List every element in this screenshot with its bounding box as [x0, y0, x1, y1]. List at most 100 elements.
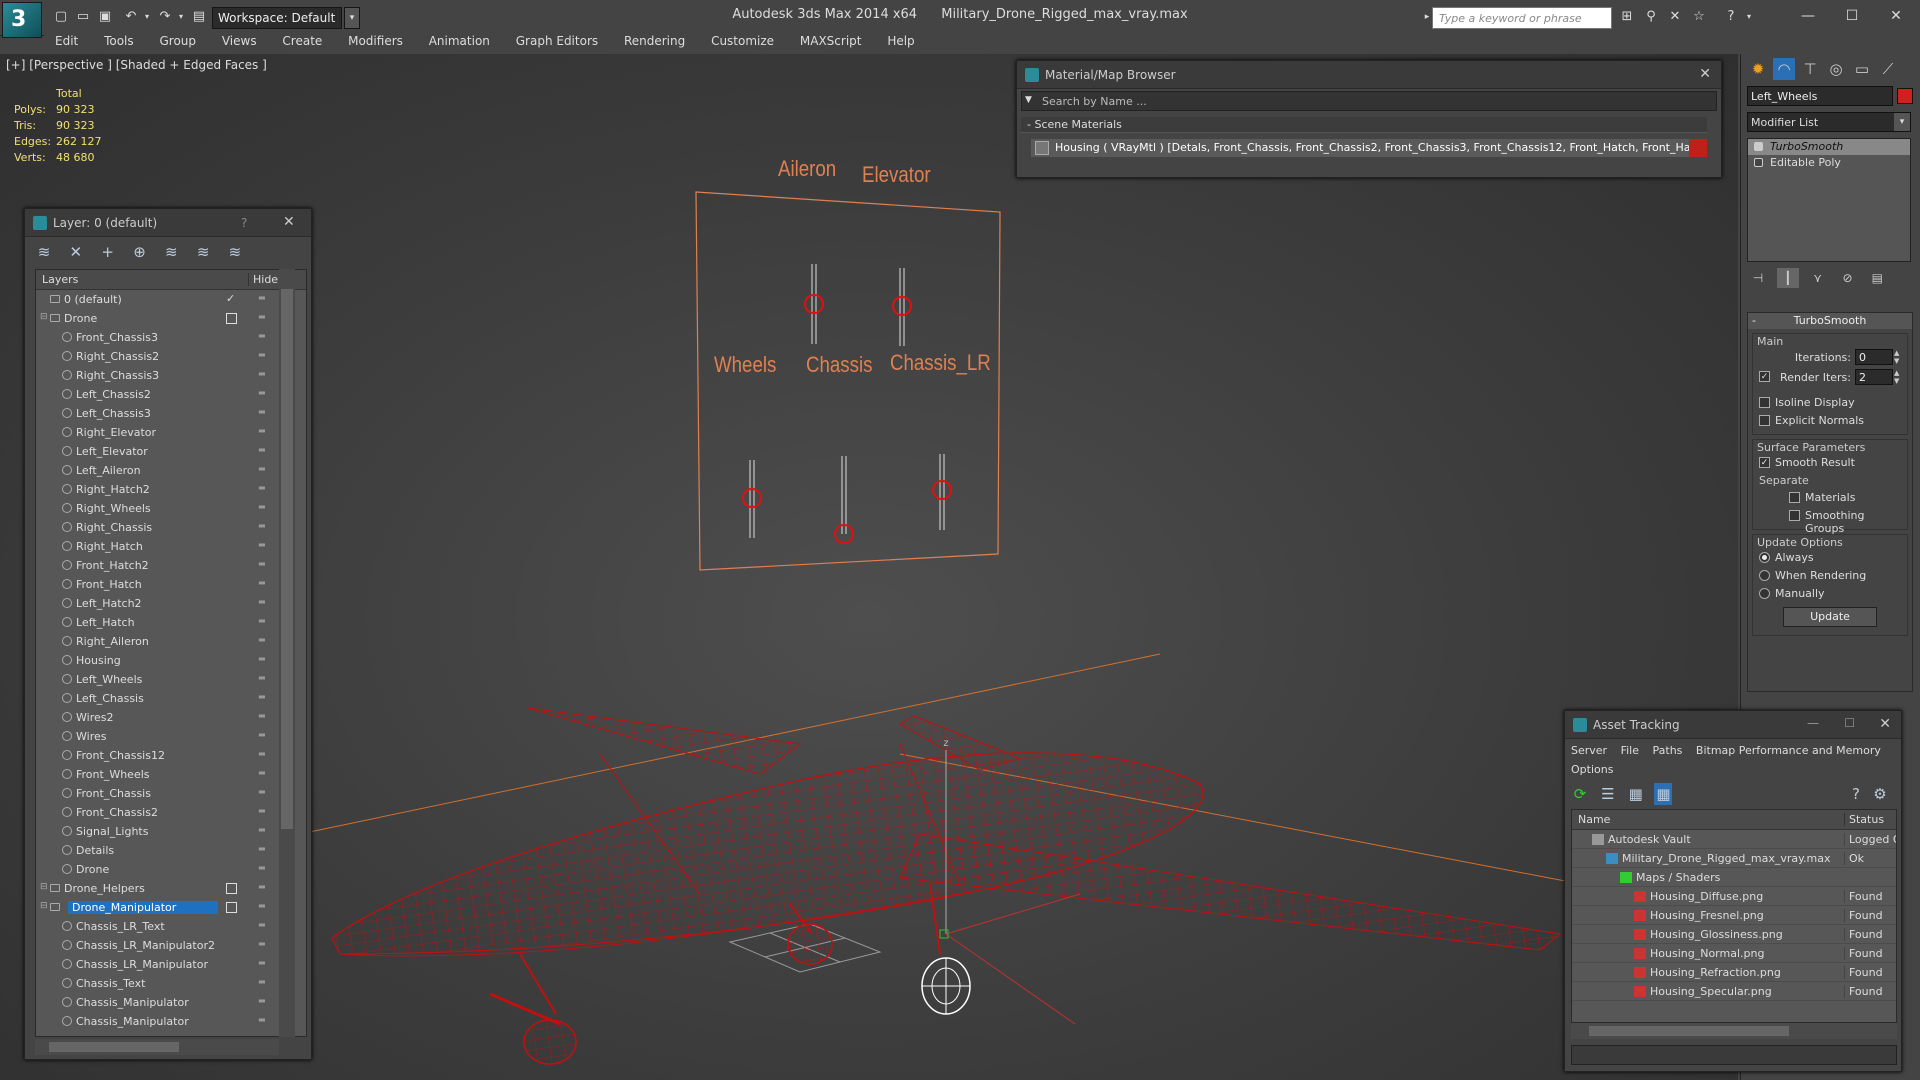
display-tab-icon[interactable]: ▭ [1851, 58, 1873, 80]
minimize-button[interactable]: — [1786, 4, 1830, 28]
rollout-title[interactable]: - TurboSmooth [1748, 313, 1912, 329]
layer-object-row[interactable]: Wires2 ▬ [36, 708, 306, 727]
hide-toggle[interactable]: ▬ [258, 692, 266, 701]
hide-toggle[interactable]: ▬ [258, 521, 266, 530]
hide-toggle[interactable]: ▬ [258, 388, 266, 397]
help-icon[interactable]: ? [1722, 8, 1740, 26]
close-button[interactable]: ✕ [1874, 4, 1918, 28]
hide-toggle[interactable]: ▬ [258, 369, 266, 378]
column-name[interactable]: Name [1578, 813, 1610, 826]
search-options-icon[interactable]: ▼ [1025, 95, 1032, 105]
menu-customize[interactable]: Customize [700, 32, 785, 50]
refresh-icon[interactable]: ⟳ [1571, 783, 1589, 805]
search-input[interactable]: Type a keyword or phrase [1432, 7, 1612, 29]
layer-row[interactable]: ⊟ Drone_Helpers ▬ [36, 879, 306, 898]
current-layer-toggle[interactable] [226, 902, 237, 913]
wheels-slider-handle[interactable] [742, 488, 762, 508]
hide-toggle[interactable]: ▬ [258, 312, 266, 321]
configure-modifier-sets-icon[interactable]: ▤ [1866, 268, 1888, 288]
menu-edit[interactable]: Edit [44, 32, 89, 50]
layer-object-row[interactable]: Left_Chassis3 ▬ [36, 404, 306, 423]
asset-menu-options[interactable]: Options [1571, 763, 1613, 776]
delete-layer-icon[interactable]: ✕ [65, 241, 87, 263]
asset-menu-file[interactable]: File [1621, 744, 1639, 757]
layer-object-row[interactable]: Signal_Lights ▬ [36, 822, 306, 841]
isoline-display-checkbox[interactable]: Isoline Display [1757, 394, 1903, 412]
asset-row[interactable]: Housing_Diffuse.png Found [1572, 887, 1896, 906]
settings-icon[interactable]: ⚙ [1871, 783, 1889, 805]
layer-object-row[interactable]: Housing ▬ [36, 651, 306, 670]
layer-object-row[interactable]: Left_Chassis2 ▬ [36, 385, 306, 404]
layer-object-row[interactable]: Right_Elevator ▬ [36, 423, 306, 442]
layer-object-row[interactable]: Chassis_LR_Manipulator ▬ [36, 955, 306, 974]
separate-smoothing-groups-checkbox[interactable]: Smoothing Groups [1787, 507, 1903, 535]
utilities-tab-icon[interactable]: ⟋ [1877, 58, 1899, 80]
layer-object-row[interactable]: Front_Chassis2 ▬ [36, 803, 306, 822]
asset-minimize-icon[interactable]: — [1807, 716, 1819, 730]
spinner-arrows-icon[interactable]: ▲ ▼ [1894, 349, 1903, 365]
collapse-icon[interactable]: ⊟ [40, 901, 48, 911]
layer-object-row[interactable]: Left_Elevator ▬ [36, 442, 306, 461]
list-view-icon[interactable]: ☰ [1599, 783, 1617, 805]
expand-icon[interactable] [1754, 158, 1763, 167]
layer-object-row[interactable]: Chassis_LR_Text ▬ [36, 917, 306, 936]
hide-toggle[interactable]: ▬ [258, 882, 266, 891]
layer-object-row[interactable]: Front_Hatch2 ▬ [36, 556, 306, 575]
menu-graph-editors[interactable]: Graph Editors [505, 32, 609, 50]
asset-horizontal-scrollbar[interactable] [1571, 1023, 1897, 1039]
material-browser-close-icon[interactable]: ✕ [1699, 66, 1711, 82]
update-button[interactable]: Update [1783, 607, 1877, 627]
hide-toggle[interactable]: ▬ [258, 958, 266, 967]
menu-rendering[interactable]: Rendering [613, 32, 696, 50]
asset-tracking-titlebar[interactable]: Asset Tracking — ☐ ✕ [1565, 711, 1901, 739]
hide-toggle[interactable]: ▬ [258, 825, 266, 834]
layer-object-row[interactable]: Left_Hatch ▬ [36, 613, 306, 632]
menu-animation[interactable]: Animation [418, 32, 501, 50]
layer-object-row[interactable]: Right_Hatch ▬ [36, 537, 306, 556]
exchange-icon[interactable]: ✕ [1666, 8, 1684, 26]
material-browser-titlebar[interactable]: Material/Map Browser ✕ [1017, 61, 1721, 89]
layer-object-row[interactable]: Right_Chassis2 ▬ [36, 347, 306, 366]
modifier-list-dropdown[interactable]: Modifier List ▾ [1747, 112, 1911, 132]
highlight-layer-icon[interactable]: ≋ [160, 241, 182, 263]
column-layers[interactable]: Layers [42, 273, 78, 286]
layer-object-row[interactable]: Right_Aileron ▬ [36, 632, 306, 651]
table-view-icon[interactable]: ▦ [1627, 783, 1645, 805]
hide-toggle[interactable]: ▬ [258, 806, 266, 815]
asset-row[interactable]: Autodesk Vault Logged O [1572, 830, 1896, 849]
asset-row[interactable]: Housing_Refraction.png Found [1572, 963, 1896, 982]
create-layer-icon[interactable]: ≋ [33, 241, 55, 263]
scene-materials-group[interactable]: - Scene Materials [1021, 117, 1707, 133]
separate-materials-checkbox[interactable]: Materials [1787, 489, 1903, 507]
layer-object-row[interactable]: Front_Chassis ▬ [36, 784, 306, 803]
hierarchy-tab-icon[interactable]: ⊤ [1799, 58, 1821, 80]
asset-row[interactable]: Housing_Normal.png Found [1572, 944, 1896, 963]
hide-toggle[interactable]: ▬ [258, 293, 266, 302]
add-to-layer-icon[interactable]: + [97, 241, 119, 263]
selected-left-wheels[interactable] [921, 957, 971, 1015]
layer-object-row[interactable]: Chassis_Manipulator ▬ [36, 1012, 306, 1031]
material-item-housing[interactable]: Housing ( VRayMtl ) [Detals, Front_Chass… [1031, 139, 1707, 157]
freeze-all-layers-icon[interactable]: ≋ [224, 241, 246, 263]
spinner-arrows-icon[interactable]: ▲ ▼ [1894, 369, 1903, 385]
active-layer-check-icon[interactable]: ✓ [226, 292, 235, 305]
layer-vertical-scrollbar[interactable] [279, 269, 295, 1037]
layer-object-row[interactable]: Left_Wheels ▬ [36, 670, 306, 689]
layer-object-row[interactable]: Right_Chassis ▬ [36, 518, 306, 537]
hide-toggle[interactable]: ▬ [258, 540, 266, 549]
render-iters-checkbox[interactable]: ✓ [1759, 371, 1770, 382]
asset-menu-paths[interactable]: Paths [1653, 744, 1683, 757]
layer-object-row[interactable]: Front_Hatch ▬ [36, 575, 306, 594]
layer-object-row[interactable]: Drone ▬ [36, 860, 306, 879]
asset-row[interactable]: Housing_Specular.png Found [1572, 982, 1896, 1001]
layer-object-row[interactable]: Chassis_Manipulator ▬ [36, 993, 306, 1012]
material-search-input[interactable]: Search by Name ... [1021, 91, 1717, 111]
menu-group[interactable]: Group [148, 32, 207, 50]
hide-all-layers-icon[interactable]: ≋ [192, 241, 214, 263]
project-folder-icon[interactable]: ▤ [190, 8, 208, 26]
menu-create[interactable]: Create [271, 32, 333, 50]
make-unique-icon[interactable]: ⋎ [1807, 268, 1829, 288]
asset-close-icon[interactable]: ✕ [1879, 716, 1891, 732]
binoculars-icon[interactable]: ⊞ [1618, 8, 1636, 26]
help-dropdown-icon[interactable]: ▾ [1740, 8, 1758, 26]
